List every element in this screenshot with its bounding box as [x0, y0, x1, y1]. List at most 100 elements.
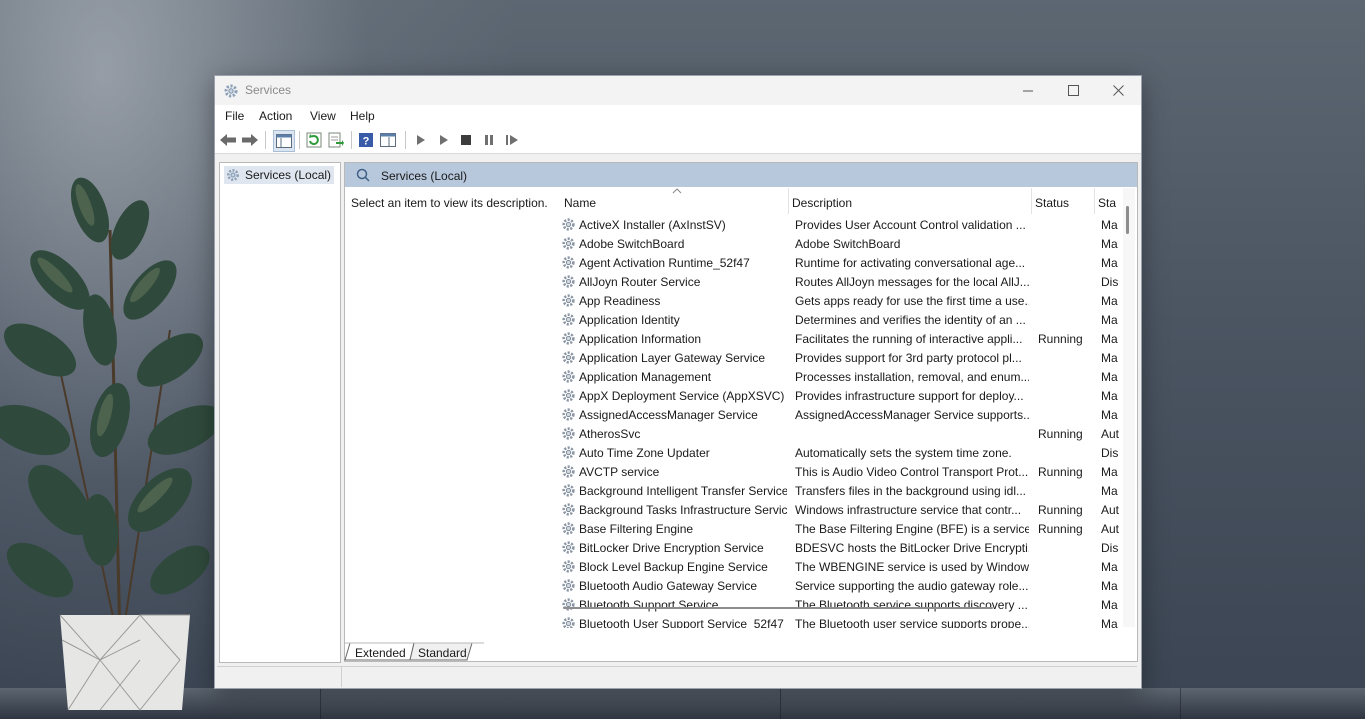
service-startup-type: Dis: [1101, 275, 1119, 289]
start-service-alt-icon: [440, 135, 448, 145]
service-name: AllJoyn Router Service: [579, 275, 701, 289]
menu-action[interactable]: Action: [259, 109, 292, 123]
service-status: Running: [1038, 465, 1083, 479]
service-status: Running: [1038, 522, 1083, 536]
service-description: Facilitates the running of interactive a…: [795, 332, 1023, 346]
service-row[interactable]: Background Intelligent Transfer Service T…: [560, 481, 1120, 500]
service-row[interactable]: ActiveX Installer (AxInstSV) Provides Use…: [560, 215, 1120, 234]
services-pane: Services (Local) Select an item to view …: [344, 162, 1138, 662]
tree-item-services-local[interactable]: Services (Local): [224, 166, 335, 184]
service-gear-icon: [560, 406, 577, 423]
service-row[interactable]: Application Layer Gateway Service Provide…: [560, 348, 1120, 367]
service-description: Automatically sets the system time zone.: [795, 446, 1012, 460]
service-name: Auto Time Zone Updater: [579, 446, 710, 460]
window-title: Services: [245, 83, 292, 97]
service-row[interactable]: BitLocker Drive Encryption Service BDESVC…: [560, 538, 1120, 557]
service-name: AssignedAccessManager Service: [579, 408, 758, 422]
service-description: Transfers files in the background using …: [795, 484, 1027, 498]
forward-button[interactable]: [241, 131, 259, 149]
service-startup-type: Ma: [1101, 218, 1118, 232]
show-hide-tree-button[interactable]: [273, 130, 295, 152]
restart-service-button[interactable]: [503, 131, 521, 149]
service-row[interactable]: AllJoyn Router Service Routes AllJoyn mes…: [560, 272, 1120, 291]
service-row[interactable]: Auto Time Zone Updater Automatically sets…: [560, 443, 1120, 462]
column-header-name[interactable]: Name: [560, 188, 788, 214]
maximize-button[interactable]: [1050, 76, 1096, 105]
service-description: Provides infrastructure support for depl…: [795, 389, 1024, 403]
toolbar: ?: [215, 127, 1141, 154]
column-header-startup-type[interactable]: Sta: [1094, 188, 1124, 214]
service-row[interactable]: AppX Deployment Service (AppXSVC) Provide…: [560, 386, 1120, 405]
service-row[interactable]: Background Tasks Infrastructure Service W…: [560, 500, 1120, 519]
service-row[interactable]: AtherosSvc Running Aut: [560, 424, 1120, 443]
service-gear-icon: [560, 615, 577, 628]
column-header-description[interactable]: Description: [788, 188, 1031, 214]
start-service-alt-button[interactable]: [435, 131, 453, 149]
service-gear-icon: [560, 596, 577, 613]
service-name: Base Filtering Engine: [579, 522, 694, 536]
service-row[interactable]: Agent Activation Runtime_52f47 Runtime fo…: [560, 253, 1120, 272]
services-window: Services File Action View Help ? Service…: [214, 75, 1142, 689]
refresh-icon: [306, 132, 322, 148]
pause-service-icon: [485, 135, 493, 145]
menu-help[interactable]: Help: [350, 109, 375, 123]
service-row[interactable]: AVCTP service This is Audio Video Control…: [560, 462, 1120, 481]
service-row[interactable]: Application Management Processes installa…: [560, 367, 1120, 386]
toolbar-separator: [351, 131, 352, 149]
service-startup-type: Ma: [1101, 408, 1118, 422]
tab-standard[interactable]: Standard: [412, 643, 472, 661]
service-row[interactable]: Application Information Facilitates the r…: [560, 329, 1120, 348]
sort-ascending-icon: [672, 188, 682, 194]
tab-extended[interactable]: Extended: [348, 643, 410, 661]
menu-view[interactable]: View: [310, 109, 336, 123]
properties-icon: [380, 133, 396, 147]
minimize-icon: [1023, 90, 1033, 91]
start-service-button[interactable]: [412, 131, 430, 149]
service-row[interactable]: Adobe SwitchBoard Adobe SwitchBoard Ma: [560, 234, 1120, 253]
service-name: ActiveX Installer (AxInstSV): [579, 218, 726, 232]
service-name: Block Level Backup Engine Service: [579, 560, 768, 574]
stop-service-icon: [461, 135, 471, 145]
close-button[interactable]: [1095, 76, 1141, 105]
back-button[interactable]: [219, 131, 237, 149]
menu-file[interactable]: File: [225, 109, 244, 123]
minimize-button[interactable]: [1005, 76, 1051, 105]
wallpaper-plant-image: [0, 177, 223, 711]
help-button[interactable]: ?: [357, 131, 375, 149]
back-arrow-icon: [220, 134, 236, 146]
menu-bar: File Action View Help: [215, 105, 1141, 127]
service-description: The Base Filtering Engine (BFE) is a ser…: [795, 522, 1029, 536]
service-row[interactable]: Application Identity Determines and verif…: [560, 310, 1120, 329]
service-name: Application Management: [579, 370, 712, 384]
service-description: The WBENGINE service is used by Window..…: [795, 560, 1029, 574]
vertical-scrollbar[interactable]: [1123, 188, 1135, 627]
service-row[interactable]: Bluetooth User Support Service_52f47 The …: [560, 614, 1120, 628]
service-row[interactable]: Bluetooth Audio Gateway Service Service s…: [560, 576, 1120, 595]
services-magnifier-icon: [356, 168, 370, 182]
pane-header-title: Services (Local): [381, 169, 468, 183]
service-row[interactable]: AssignedAccessManager Service AssignedAcc…: [560, 405, 1120, 424]
export-list-button[interactable]: [327, 131, 345, 149]
service-row[interactable]: Bluetooth Support Service The Bluetooth s…: [560, 595, 1120, 614]
column-header-status[interactable]: Status: [1031, 188, 1094, 214]
horizontal-scroll-thumb[interactable]: [563, 607, 993, 609]
service-gear-icon: [560, 330, 577, 347]
help-icon: ?: [359, 133, 373, 148]
service-row[interactable]: Block Level Backup Engine Service The WBE…: [560, 557, 1120, 576]
service-description: Service supporting the audio gateway rol…: [795, 579, 1029, 593]
service-gear-icon: [560, 387, 577, 404]
export-list-icon: [328, 132, 344, 148]
title-bar[interactable]: Services: [215, 76, 1141, 105]
refresh-button[interactable]: [305, 131, 323, 149]
service-status: Running: [1038, 503, 1083, 517]
vertical-scroll-thumb[interactable]: [1126, 206, 1129, 234]
properties-button[interactable]: [379, 131, 397, 149]
service-description: The Bluetooth service supports discovery…: [795, 598, 1028, 612]
pane-header: Services (Local): [345, 163, 1137, 187]
pause-service-button[interactable]: [480, 131, 498, 149]
service-row[interactable]: App Readiness Gets apps ready for use the…: [560, 291, 1120, 310]
service-startup-type: Ma: [1101, 256, 1118, 270]
stop-service-button[interactable]: [457, 131, 475, 149]
service-gear-icon: [560, 539, 577, 556]
service-row[interactable]: Base Filtering Engine The Base Filtering …: [560, 519, 1120, 538]
